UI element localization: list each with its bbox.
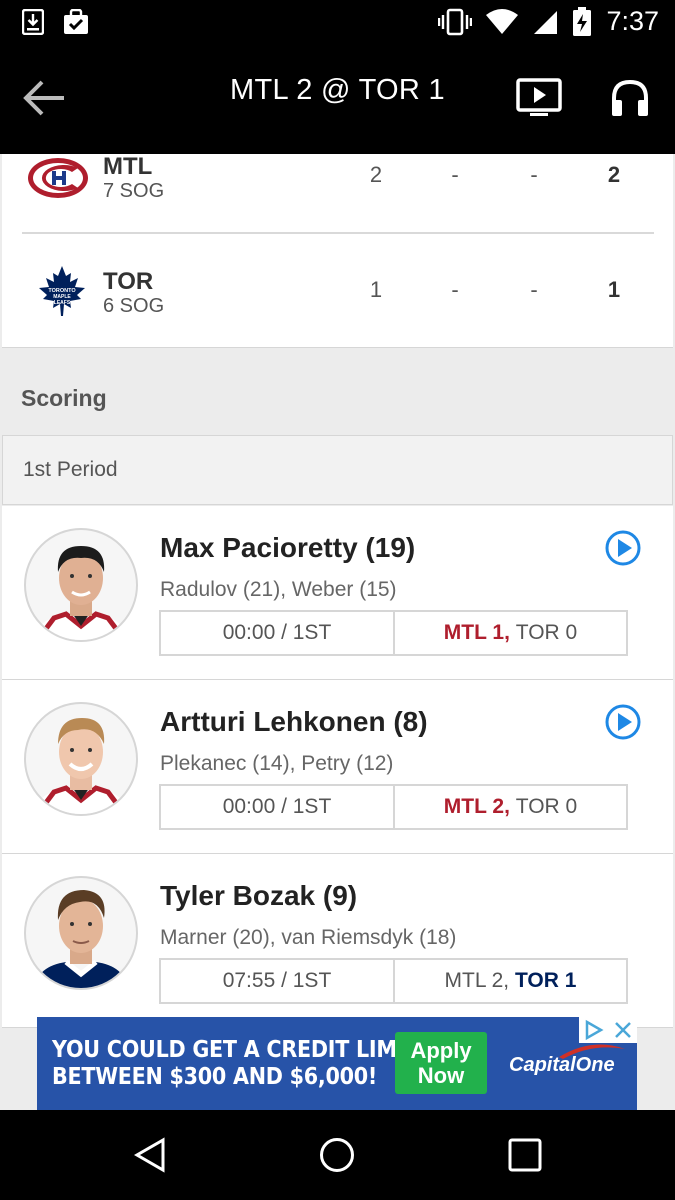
battery-charging-icon (573, 6, 592, 36)
canadiens-logo-icon (28, 158, 88, 198)
app-bar: MTL 2 @ TOR 1 (0, 50, 675, 154)
period-label: 1st Period (23, 458, 118, 481)
team-abbr: TOR (103, 268, 154, 295)
score-tor: TOR 1 (514, 969, 577, 992)
period-header: 1st Period (2, 435, 673, 505)
goal-score-state: MTL 1, TOR 0 (393, 610, 628, 656)
cell-signal-icon (534, 10, 558, 34)
wifi-icon (486, 8, 519, 34)
ad-brand: CapitalOne (509, 1054, 615, 1076)
ad-cta-line2: Now (417, 1063, 465, 1088)
period-2-score: - (451, 277, 459, 302)
score-tor: TOR 0 (515, 621, 578, 644)
play-video-icon[interactable] (604, 703, 642, 741)
goal-assists: Marner (20), van Riemsdyk (18) (160, 926, 457, 949)
headphones-icon[interactable] (610, 78, 650, 118)
download-notification-icon (22, 9, 44, 35)
goal-time: 00:00 / 1ST (159, 610, 395, 656)
player-avatar (24, 876, 138, 990)
score-mtl: MTL 1, (443, 621, 510, 644)
score-tor: TOR 0 (515, 795, 578, 818)
goal-scorer: Artturi Lehkonen (8) (160, 706, 428, 737)
system-nav-bar (0, 1110, 675, 1200)
period-3-score: - (530, 162, 538, 187)
goal-item[interactable]: Max Pacioretty (19) Radulov (21), Weber … (2, 506, 673, 680)
svg-text:LEAFS: LEAFS (54, 300, 71, 306)
goal-scorer: Max Pacioretty (19) (160, 532, 416, 563)
ad-apply-button[interactable]: Apply Now (395, 1032, 487, 1094)
period-3-score: - (530, 277, 538, 302)
player-avatar (24, 528, 138, 642)
goal-time: 07:55 / 1ST (159, 958, 395, 1004)
scoring-section-header: Scoring (0, 349, 675, 435)
section-title: Scoring (21, 385, 107, 411)
ad-banner[interactable]: YOU COULD GET A CREDIT LIMIT BETWEEN $30… (37, 1017, 637, 1110)
goal-assists: Radulov (21), Weber (15) (160, 578, 397, 601)
play-video-icon[interactable] (604, 529, 642, 567)
team-sog: 7 SOG (103, 180, 165, 202)
score-mtl: MTL 2, (443, 795, 510, 818)
ad-headline-line1: YOU COULD GET A CREDIT LIMIT (52, 1037, 418, 1063)
period-2-score: - (451, 162, 459, 187)
linescore-card: MTL 7 SOG 2 - - 2 TORONTO MAPLE LEAFS TO… (2, 153, 673, 348)
total-score: 2 (607, 162, 621, 187)
period-1-score: 1 (369, 277, 383, 302)
close-ad-icon[interactable] (609, 1017, 637, 1043)
ad-cta-line1: Apply (410, 1038, 472, 1063)
team-row-mtl[interactable]: MTL 7 SOG 2 - - 2 (2, 153, 673, 254)
page-title: MTL 2 @ TOR 1 (230, 74, 445, 106)
team-row-tor[interactable]: TORONTO MAPLE LEAFS TOR 6 SOG 1 - - 1 (2, 254, 673, 354)
video-player-icon[interactable] (516, 78, 562, 118)
goal-assists: Plekanec (14), Petry (12) (160, 752, 394, 775)
team-abbr: MTL (103, 153, 153, 180)
ad-choices[interactable] (579, 1017, 637, 1043)
nav-back-icon[interactable] (133, 1137, 169, 1173)
adchoices-icon[interactable] (579, 1017, 609, 1043)
team-sog: 6 SOG (103, 295, 165, 317)
ad-headline-line2: BETWEEN $300 AND $6,000! (52, 1064, 378, 1090)
goal-time: 00:00 / 1ST (159, 784, 395, 830)
nav-recents-icon[interactable] (507, 1137, 543, 1173)
maple-leafs-logo-icon: TORONTO MAPLE LEAFS (39, 266, 85, 316)
score-mtl: MTL 2, (444, 969, 510, 992)
player-avatar (24, 702, 138, 816)
status-bar: 7:37 (0, 0, 675, 50)
goal-score-state: MTL 2, TOR 0 (393, 784, 628, 830)
clipboard-check-icon (64, 9, 88, 34)
clock: 7:37 (606, 6, 659, 36)
goal-item[interactable]: Tyler Bozak (9) Marner (20), van Riemsdy… (2, 854, 673, 1028)
vibrate-icon (438, 8, 473, 35)
goal-scorer: Tyler Bozak (9) (160, 880, 358, 911)
goal-item[interactable]: Artturi Lehkonen (8) Plekanec (14), Petr… (2, 680, 673, 854)
period-1-score: 2 (369, 162, 383, 187)
row-divider (22, 232, 654, 234)
total-score: 1 (607, 277, 621, 302)
goal-score-state: MTL 2, TOR 1 (393, 958, 628, 1004)
nav-home-icon[interactable] (319, 1137, 355, 1173)
